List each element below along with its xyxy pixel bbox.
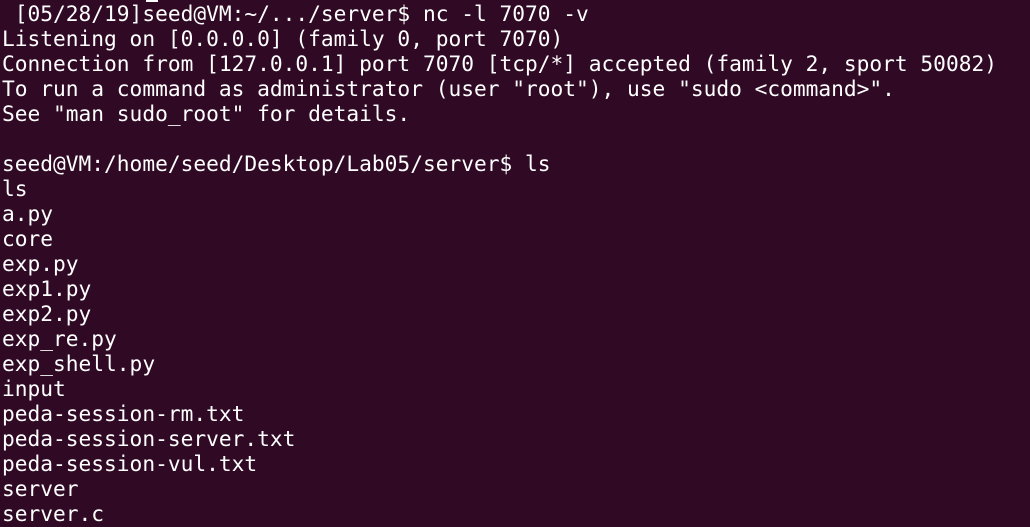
terminal-line: exp_re.py (2, 326, 117, 351)
terminal-line: ls (2, 176, 28, 201)
terminal-line: input (2, 376, 66, 401)
terminal-line: exp1.py (2, 276, 92, 301)
terminal-line: server (2, 476, 79, 501)
terminal-output[interactable]: [05/28/19]seed@VM:~/.../server$ nc -l 70… (2, 1, 997, 526)
terminal-line: See "man sudo_root" for details. (2, 101, 411, 126)
terminal-line: [05/28/19]seed@VM:~/.../server$ nc -l 70… (2, 1, 589, 26)
terminal-line: peda-session-server.txt (2, 426, 296, 451)
terminal-line: core (2, 226, 54, 251)
terminal-line: Connection from [127.0.0.1] port 7070 [t… (2, 51, 997, 76)
terminal-line: exp2.py (2, 301, 92, 326)
terminal-line: peda-session-rm.txt (2, 401, 245, 426)
terminal-line: peda-session-vul.txt (2, 451, 258, 476)
terminal-line: a.py (2, 201, 54, 226)
terminal-line: exp.py (2, 251, 79, 276)
terminal-line: seed@VM:/home/seed/Desktop/Lab05/server$… (2, 151, 551, 176)
terminal-line: server.c (2, 501, 105, 526)
terminal-line: Listening on [0.0.0.0] (family 0, port 7… (2, 26, 564, 51)
terminal-line: To run a command as administrator (user … (2, 76, 895, 101)
terminal-line: exp_shell.py (2, 351, 156, 376)
